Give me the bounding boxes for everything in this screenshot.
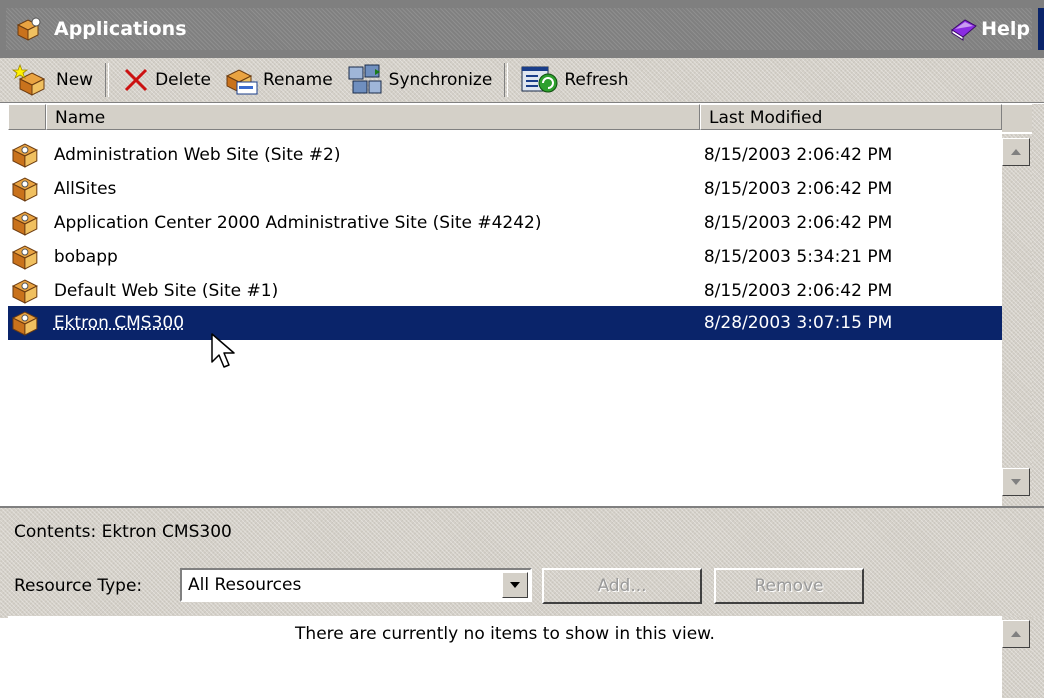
toolbar: New Delete Rename Synchronize Refresh [0,58,1044,103]
delete-button[interactable]: Delete [115,62,217,98]
list-item-name: Administration Web Site (Site #2) [53,145,341,165]
toolbar-separator [105,63,110,97]
list-header: Name Last Modified [8,104,1002,132]
help-label: Help [981,18,1030,40]
remove-button[interactable]: Remove [714,568,864,604]
synchronize-button[interactable]: Synchronize [339,62,499,98]
list-item-modified: 8/15/2003 2:06:42 PM [703,179,893,199]
resource-type-label: Resource Type: [14,576,143,596]
add-button[interactable]: Add... [542,568,702,604]
list-item[interactable]: bobapp 8/15/2003 5:34:21 PM [8,240,1002,274]
resource-type-value: All Resources [188,575,302,595]
list-item-name: Ektron CMS300 [53,313,185,333]
application-icon [11,143,38,168]
rename-button[interactable]: Rename [217,62,339,98]
column-header-name[interactable]: Name [46,104,700,130]
list-item[interactable]: Default Web Site (Site #1) 8/15/2003 2:0… [8,274,1002,308]
list-item-name: Default Web Site (Site #1) [53,281,279,301]
list-item[interactable]: Administration Web Site (Site #2) 8/15/2… [8,138,1002,172]
synchronize-label: Synchronize [388,70,493,90]
applications-icon [16,17,41,41]
arrow-up-icon [1011,631,1021,637]
arrow-up-icon [1011,149,1021,155]
list-item-selected[interactable]: Ektron CMS300 8/28/2003 3:07:15 PM [8,306,1002,340]
synchronize-icon [348,64,382,94]
list-item-name: AllSites [53,179,117,199]
header-filler [1002,104,1032,132]
list-item-modified: 8/28/2003 3:07:15 PM [703,313,893,333]
refresh-button[interactable]: Refresh [514,62,634,98]
list-item[interactable]: AllSites 8/15/2003 2:06:42 PM [8,172,1002,206]
help-button[interactable]: Help [949,16,1030,42]
list-item-modified: 8/15/2003 5:34:21 PM [703,247,893,267]
new-application-icon [12,63,46,96]
column-header-last-modified[interactable]: Last Modified [700,104,1002,130]
list-item-name: bobapp [53,247,118,267]
window-title: Applications [54,18,187,40]
help-book-icon [951,19,977,41]
window-edge [1038,8,1044,50]
rename-label: Rename [262,70,333,90]
chevron-down-icon [510,582,520,588]
rename-icon [225,69,258,95]
list-item-modified: 8/15/2003 2:06:42 PM [703,213,893,233]
title-bar-inner: Applications Help [6,8,1032,50]
refresh-icon [521,66,558,93]
mouse-cursor-icon [211,333,235,368]
resources-scrollbar[interactable] [1002,616,1032,698]
application-icon [11,311,38,336]
list-item-modified: 8/15/2003 2:06:42 PM [703,145,893,165]
contents-label: Contents: Ektron CMS300 [14,522,232,542]
dropdown-button[interactable] [502,572,528,598]
list-scrollbar[interactable] [1002,134,1032,506]
scroll-down-button[interactable] [1002,468,1030,496]
application-icon [11,245,38,270]
delete-label: Delete [155,70,211,90]
scroll-up-button[interactable] [1002,620,1030,648]
title-bar: Applications Help [0,0,1044,58]
refresh-label: Refresh [564,70,629,90]
applications-list[interactable]: Administration Web Site (Site #2) 8/15/2… [8,134,1002,506]
application-icon [11,211,38,236]
empty-message: There are currently no items to show in … [295,624,715,644]
column-header-icon[interactable] [8,104,46,130]
application-icon [11,279,38,304]
application-icon [11,177,38,202]
resource-type-select[interactable]: All Resources [180,568,532,602]
contents-panel: Contents: Ektron CMS300 Resource Type: A… [0,506,1044,618]
new-label: New [56,70,94,90]
list-item-modified: 8/15/2003 2:06:42 PM [703,281,893,301]
resources-list[interactable]: There are currently no items to show in … [8,616,1002,698]
delete-x-icon [125,68,148,92]
list-item-name: Application Center 2000 Administrative S… [53,213,542,233]
scroll-up-button[interactable] [1002,138,1030,166]
toolbar-separator [504,63,509,97]
arrow-down-icon [1011,479,1021,485]
new-button[interactable]: New [6,62,99,98]
list-item[interactable]: Application Center 2000 Administrative S… [8,206,1002,240]
